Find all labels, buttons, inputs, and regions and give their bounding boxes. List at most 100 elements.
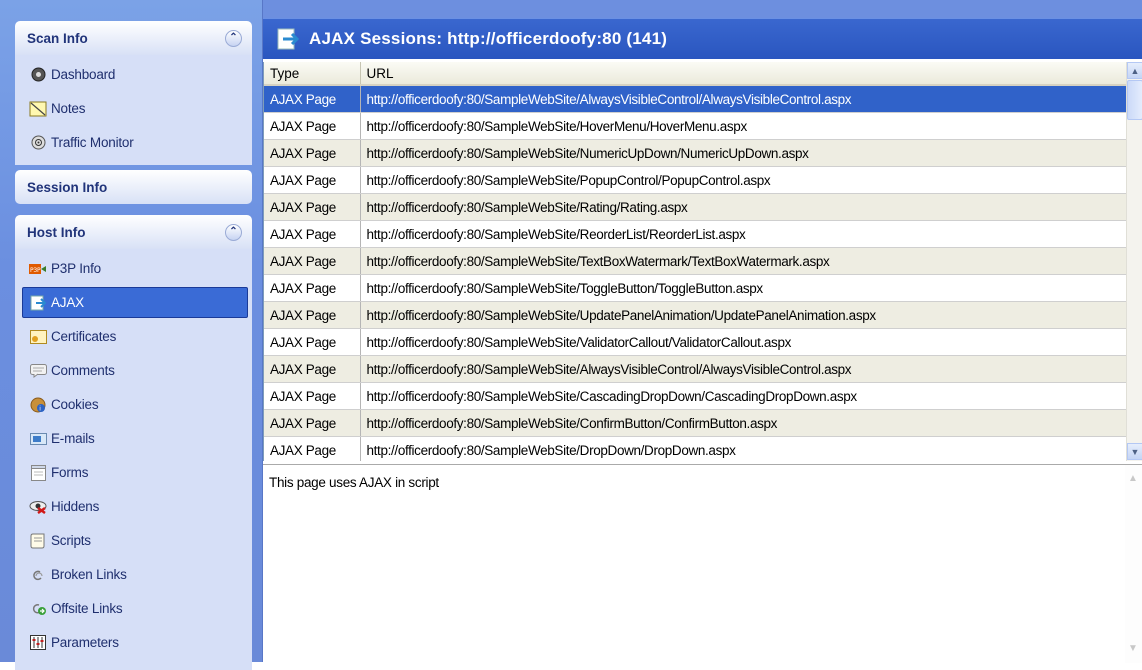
sidebar-item-certificates[interactable]: Certificates — [23, 321, 248, 352]
sidebar-item-label: P3P Info — [51, 261, 101, 276]
type-cell: AJAX Page — [264, 409, 361, 437]
sidebar-item-broken-links[interactable]: Broken Links — [23, 559, 248, 590]
table-row[interactable]: AJAX Page http://officerdoofy:80/SampleWe… — [264, 166, 1127, 194]
script-icon — [29, 532, 47, 550]
parameters-icon — [29, 634, 47, 652]
table-row[interactable]: AJAX Page http://officerdoofy:80/SampleWe… — [264, 328, 1127, 356]
panel-title-bar: AJAX Sessions: http://officerdoofy:80 (1… — [263, 18, 1142, 59]
sidebar-item-dashboard[interactable]: Dashboard — [23, 59, 248, 90]
table-row[interactable]: AJAX Page http://officerdoofy:80/SampleWe… — [264, 85, 1127, 113]
table-row[interactable]: AJAX Page http://officerdoofy:80/SampleWe… — [264, 382, 1127, 410]
host-info-group: Host Info ⌃ P3P P3P Info AJAX Certificat… — [15, 215, 252, 670]
svg-text:P3P: P3P — [30, 267, 41, 274]
table-row[interactable]: AJAX Page http://officerdoofy:80/SampleWe… — [264, 112, 1127, 140]
scroll-up-arrow-icon[interactable]: ▲ — [1128, 473, 1138, 484]
sidebar-item-e-mails[interactable]: E-mails — [23, 423, 248, 454]
type-cell: AJAX Page — [264, 301, 361, 329]
sidebar-item-label: Cookies — [51, 397, 99, 412]
sidebar-item-ajax[interactable]: AJAX — [22, 287, 248, 318]
sidebar-item-p3p-info[interactable]: P3P P3P Info — [23, 253, 248, 284]
type-cell: AJAX Page — [264, 355, 361, 383]
sidebar-item-traffic-monitor[interactable]: Traffic Monitor — [23, 127, 248, 158]
certificate-icon — [29, 328, 47, 346]
scroll-down-button[interactable]: ▼ — [1127, 443, 1142, 460]
sidebar-item-cookies[interactable]: i Cookies — [23, 389, 248, 420]
url-cell: http://officerdoofy:80/SampleWebSite/Hov… — [360, 112, 1127, 140]
sidebar-item-label: Hiddens — [51, 499, 100, 514]
sidebar-item-label: Offsite Links — [51, 601, 123, 616]
sidebar-item-label: Forms — [51, 465, 89, 480]
url-cell: http://officerdoofy:80/SampleWebSite/Cas… — [360, 382, 1127, 410]
column-header-type[interactable]: Type — [264, 62, 361, 86]
detail-scrollbar[interactable]: ▲ ▼ — [1125, 465, 1142, 663]
ajax-icon — [29, 294, 47, 312]
list-scrollbar[interactable]: ▲ ▼ — [1126, 62, 1142, 461]
scan-info-title: Scan Info — [27, 30, 88, 46]
column-header-url[interactable]: URL — [360, 62, 1127, 86]
session-info-group: Session Info — [15, 170, 252, 204]
detail-text: This page uses AJAX in script — [269, 475, 439, 490]
table-row[interactable]: AJAX Page http://officerdoofy:80/SampleWe… — [264, 301, 1127, 329]
sidebar-item-offsite-links[interactable]: Offsite Links — [23, 593, 248, 624]
type-cell: AJAX Page — [264, 436, 361, 461]
sidebar-item-scripts[interactable]: Scripts — [23, 525, 248, 556]
offsite-link-icon — [29, 600, 47, 618]
url-cell: http://officerdoofy:80/SampleWebSite/Tex… — [360, 247, 1127, 275]
table-row[interactable]: AJAX Page http://officerdoofy:80/SampleWe… — [264, 193, 1127, 221]
url-cell: http://officerdoofy:80/SampleWebSite/Con… — [360, 409, 1127, 437]
scan-info-group: Scan Info ⌃ Dashboard Notes Traffic Moni… — [15, 21, 252, 165]
traffic-monitor-icon — [29, 134, 47, 152]
sidebar-item-forms[interactable]: Forms — [23, 457, 248, 488]
page-title: AJAX Sessions: http://officerdoofy:80 (1… — [309, 29, 668, 48]
table-row[interactable]: AJAX Page http://officerdoofy:80/SampleWe… — [264, 274, 1127, 302]
sidebar-item-label: AJAX — [51, 295, 84, 310]
host-info-title: Host Info — [27, 224, 86, 240]
collapse-chevron-icon[interactable]: ⌃ — [225, 223, 242, 241]
scroll-up-button[interactable]: ▲ — [1127, 62, 1142, 79]
type-cell: AJAX Page — [264, 247, 361, 275]
sidebar-item-comments[interactable]: Comments — [23, 355, 248, 386]
scan-info-header[interactable]: Scan Info ⌃ — [15, 21, 252, 55]
collapse-chevron-icon[interactable]: ⌃ — [225, 29, 242, 47]
table-row[interactable]: AJAX Page http://officerdoofy:80/SampleWe… — [264, 139, 1127, 167]
scroll-down-arrow-icon[interactable]: ▼ — [1128, 643, 1138, 654]
hidden-icon — [29, 498, 47, 516]
table-row[interactable]: AJAX Page http://officerdoofy:80/SampleWe… — [264, 409, 1127, 437]
table-row[interactable]: AJAX Page http://officerdoofy:80/SampleWe… — [264, 355, 1127, 383]
type-cell: AJAX Page — [264, 112, 361, 140]
broken-link-icon — [29, 566, 47, 584]
sidebar-item-label: Scripts — [51, 533, 91, 548]
ajax-icon — [277, 28, 299, 50]
session-info-header[interactable]: Session Info — [15, 170, 252, 204]
type-cell: AJAX Page — [264, 274, 361, 302]
task-pane: Scan Info ⌃ Dashboard Notes Traffic Moni… — [0, 0, 263, 670]
url-cell: http://officerdoofy:80/SampleWebSite/Rat… — [360, 193, 1127, 221]
sidebar-item-label: Dashboard — [51, 67, 116, 82]
detail-pane[interactable]: This page uses AJAX in script ▲ ▼ — [263, 464, 1142, 663]
url-cell: http://officerdoofy:80/SampleWebSite/Num… — [360, 139, 1127, 167]
email-icon — [29, 430, 47, 448]
host-info-header[interactable]: Host Info ⌃ — [15, 215, 252, 249]
sidebar-item-label: Broken Links — [51, 567, 127, 582]
url-cell: http://officerdoofy:80/SampleWebSite/Pop… — [360, 166, 1127, 194]
session-info-title: Session Info — [27, 179, 108, 195]
sidebar-item-hiddens[interactable]: Hiddens — [23, 491, 248, 522]
url-cell: http://officerdoofy:80/SampleWebSite/Alw… — [360, 85, 1127, 113]
comment-icon — [29, 362, 47, 380]
sidebar-item-label: Comments — [51, 363, 115, 378]
p3p-icon: P3P — [29, 260, 47, 278]
sidebar-item-parameters[interactable]: Parameters — [23, 627, 248, 658]
sessions-list[interactable]: Type URL AJAX Page http://officerdoofy:80… — [263, 62, 1127, 461]
sidebar-item-label: E-mails — [51, 431, 95, 446]
scroll-thumb[interactable] — [1127, 80, 1142, 120]
type-cell: AJAX Page — [264, 85, 361, 113]
table-row[interactable]: AJAX Page http://officerdoofy:80/SampleWe… — [264, 220, 1127, 248]
url-cell: http://officerdoofy:80/SampleWebSite/Dro… — [360, 436, 1127, 461]
table-header-row: Type URL — [264, 62, 1127, 86]
table-row[interactable]: AJAX Page http://officerdoofy:80/SampleWe… — [264, 247, 1127, 275]
table-row[interactable]: AJAX Page http://officerdoofy:80/SampleWe… — [264, 436, 1127, 461]
form-icon — [29, 464, 47, 482]
type-cell: AJAX Page — [264, 328, 361, 356]
sidebar-item-notes[interactable]: Notes — [23, 93, 248, 124]
sidebar-item-label: Traffic Monitor — [51, 135, 134, 150]
